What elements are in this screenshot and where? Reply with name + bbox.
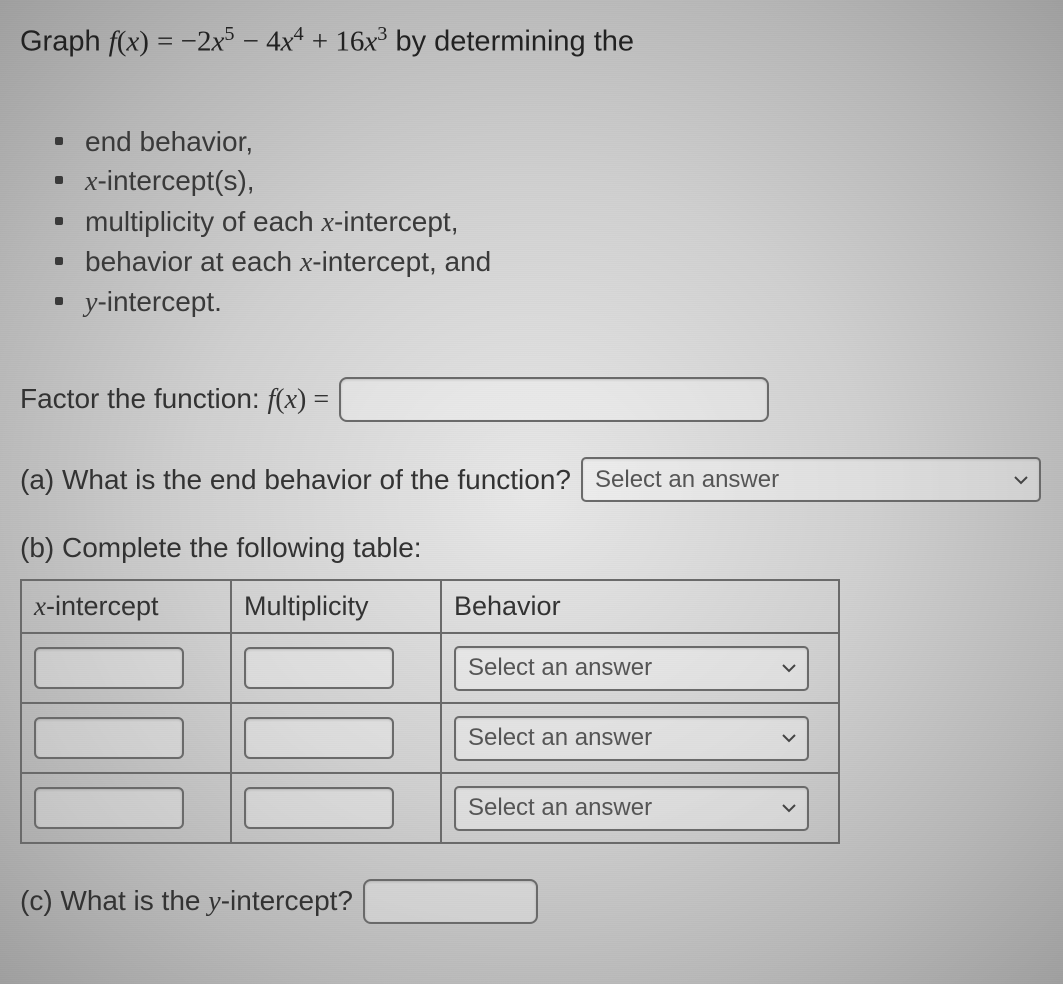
bullet-list: end behavior, x-intercept(s), multiplici… [55,122,1043,322]
behavior-select-3[interactable]: Select an answer [454,786,809,831]
table-row: Select an answer [21,703,839,773]
factor-input[interactable] [339,377,769,422]
bullet-multiplicity: multiplicity of each x-intercept, [55,202,1043,242]
intercept-table: x-intercept Multiplicity Behavior Select… [20,579,840,844]
table-header-xintercept: x-intercept [21,580,231,633]
table-row: Select an answer [21,773,839,843]
behavior-select-2[interactable]: Select an answer [454,716,809,761]
problem-statement: Graph f(x) = −2x5 − 4x4 + 16x3 by determ… [20,20,1043,62]
chevron-down-icon [781,730,797,746]
table-header-multiplicity: Multiplicity [231,580,441,633]
chevron-down-icon [1013,472,1029,488]
table-header-behavior: Behavior [441,580,839,633]
multiplicity-input-1[interactable] [244,647,394,689]
chevron-down-icon [781,660,797,676]
xintercept-input-1[interactable] [34,647,184,689]
xintercept-input-3[interactable] [34,787,184,829]
question-b-label: (b) Complete the following table: [20,532,1043,564]
multiplicity-input-2[interactable] [244,717,394,759]
xintercept-input-2[interactable] [34,717,184,759]
bullet-end-behavior: end behavior, [55,122,1043,161]
bullet-y-intercept: y-intercept. [55,282,1043,322]
behavior-select-1[interactable]: Select an answer [454,646,809,691]
question-c-label: (c) What is the y-intercept? [20,885,353,918]
bullet-behavior: behavior at each x-intercept, and [55,242,1043,282]
chevron-down-icon [781,800,797,816]
question-a-label: (a) What is the end behavior of the func… [20,464,571,496]
multiplicity-input-3[interactable] [244,787,394,829]
select-placeholder: Select an answer [595,466,779,494]
bullet-x-intercepts: x-intercept(s), [55,161,1043,201]
factor-label: Factor the function: f(x) = [20,383,329,416]
select-placeholder: Select an answer [468,794,652,822]
table-row: Select an answer [21,633,839,703]
y-intercept-input[interactable] [363,879,538,924]
select-placeholder: Select an answer [468,724,652,752]
select-placeholder: Select an answer [468,654,652,682]
end-behavior-select[interactable]: Select an answer [581,457,1041,502]
